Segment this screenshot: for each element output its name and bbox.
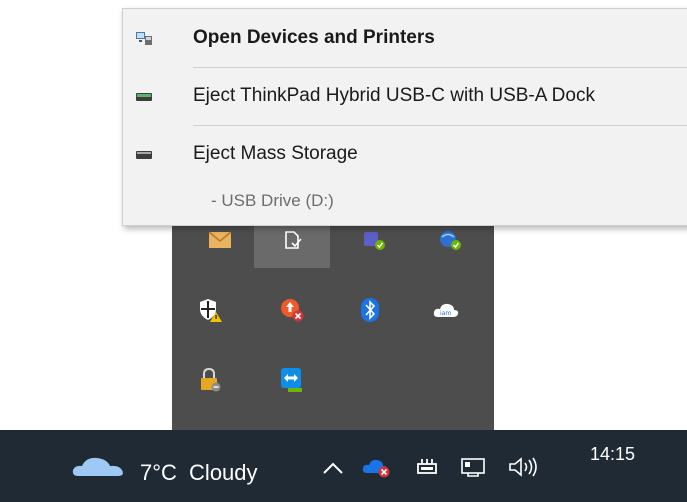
menu-label-eject-mass-storage: Eject Mass Storage: [193, 143, 358, 164]
usb-drive-label: - USB Drive (D:): [211, 191, 334, 210]
update-error-icon: [281, 299, 304, 322]
tray-item-vpn-lock[interactable]: [172, 352, 248, 408]
usb-safely-remove-icon: [285, 231, 302, 249]
cloud-sync-icon: iam: [433, 303, 459, 317]
network-icon[interactable]: [460, 456, 486, 478]
bluetooth-icon: [361, 298, 379, 322]
device-context-menu: Open Devices and Printers Eject ThinkPad…: [122, 8, 687, 226]
menu-separator: [193, 67, 687, 68]
taskbar-clock[interactable]: 14:15: [590, 444, 635, 465]
teams-status-icon: [364, 232, 385, 250]
mail-icon: [208, 231, 232, 248]
menu-item-eject-dock[interactable]: Eject ThinkPad Hybrid USB-C with USB-A D…: [123, 76, 687, 116]
menu-item-eject-mass-storage[interactable]: Eject Mass Storage: [123, 134, 687, 174]
volume-icon[interactable]: [508, 456, 538, 478]
teamviewer-icon: [281, 368, 302, 392]
tray-item-bluetooth[interactable]: [332, 282, 408, 338]
cloud-icon[interactable]: [72, 454, 128, 476]
usb-device-icon[interactable]: [416, 456, 442, 478]
tray-item-security[interactable]: [172, 282, 248, 338]
tray-item-update-error[interactable]: [254, 282, 330, 338]
vpn-lock-icon: [201, 367, 221, 392]
menu-label-open-devices-printers: Open Devices and Printers: [193, 27, 435, 48]
weather-widget[interactable]: 7°C Cloudy: [140, 460, 258, 486]
menu-subitem-usb-drive: - USB Drive (D:): [123, 181, 687, 221]
dock-drive-icon: [135, 88, 153, 104]
drive-icon: [135, 146, 153, 162]
menu-label-eject-dock: Eject ThinkPad Hybrid USB-C with USB-A D…: [193, 85, 595, 106]
weather-temperature: 7°C: [140, 460, 177, 485]
tray-item-cloud-sync[interactable]: iam: [408, 282, 484, 338]
menu-item-open-devices-printers[interactable]: Open Devices and Printers: [123, 18, 687, 58]
weather-condition: Cloudy: [189, 460, 258, 485]
onedrive-error-icon[interactable]: [362, 456, 392, 478]
network-status-icon: [440, 231, 461, 250]
taskbar: 7°C Cloudy 14:15: [0, 430, 687, 502]
chevron-up-icon[interactable]: [322, 460, 344, 476]
tray-item-teamviewer[interactable]: [254, 352, 330, 408]
menu-separator: [193, 125, 687, 126]
devices-printers-icon: [135, 30, 153, 46]
security-warning-icon: [200, 299, 222, 322]
tray-overflow-flyout: iam: [172, 212, 494, 430]
svg-text:iam: iam: [440, 310, 451, 317]
